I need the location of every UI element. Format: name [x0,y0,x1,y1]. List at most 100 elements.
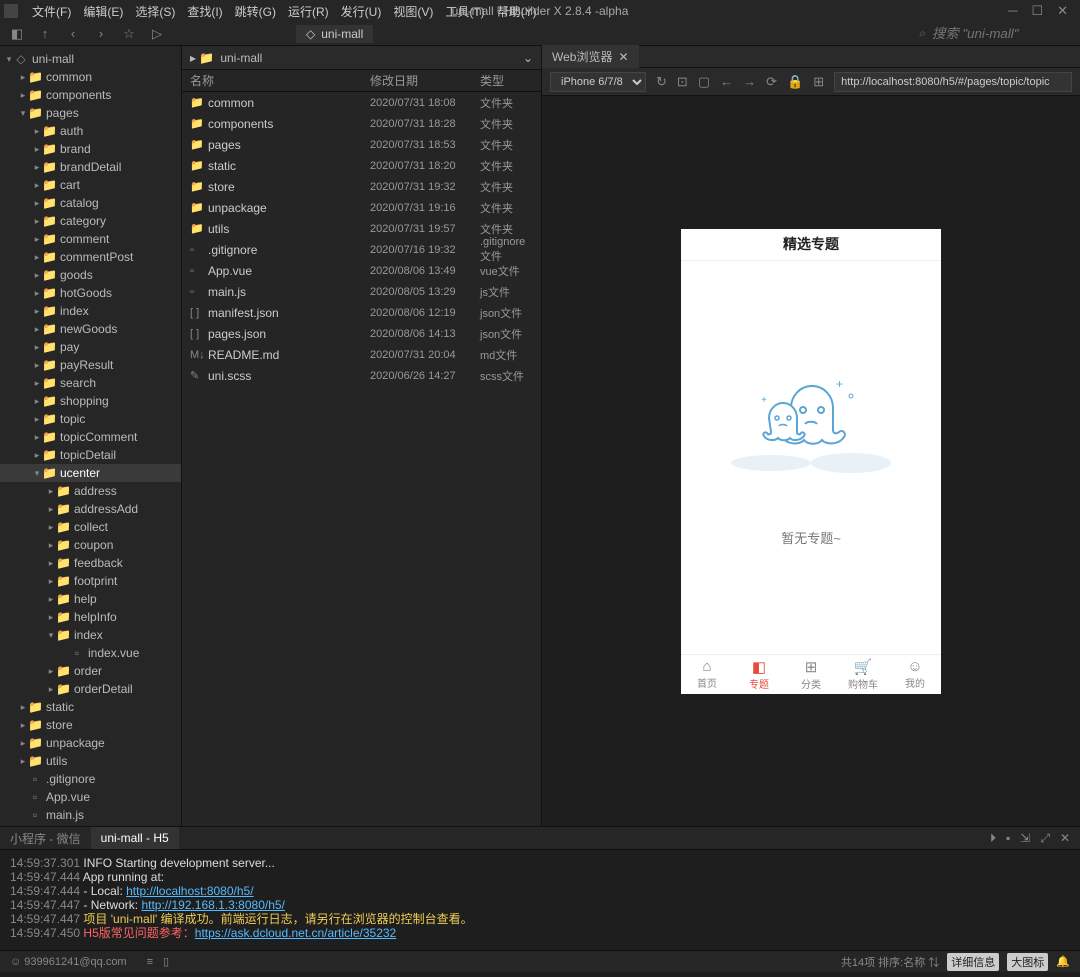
tree-root[interactable]: ▾◇ uni-mall [0,50,181,68]
tree-item[interactable]: ▫main.js [0,806,181,824]
file-row[interactable]: ▫main.js2020/08/05 13:29js文件 [182,281,541,302]
tree-item[interactable]: ▸📁order [0,662,181,680]
menu-item[interactable]: 编辑(E) [77,3,129,21]
file-row[interactable]: 📁unpackage2020/07/31 19:16文件夹 [182,197,541,218]
tab-close-icon[interactable]: ✕ [618,50,628,64]
tree-item[interactable]: ▸📁topic [0,410,181,428]
console-output[interactable]: 14:59:37.301 INFO Starting development s… [0,850,1080,950]
chevron-down-icon[interactable]: ⌄ [523,51,533,65]
favorite-icon[interactable]: ☆ [120,26,138,42]
tree-item[interactable]: ▾📁index [0,626,181,644]
project-tree[interactable]: ▾◇ uni-mall ▸📁common▸📁components▾📁pages▸… [0,46,182,826]
tree-item[interactable]: ▸📁components [0,86,181,104]
tree-item[interactable]: ▸📁orderDetail [0,680,181,698]
file-row[interactable]: 📁static2020/07/31 18:20文件夹 [182,155,541,176]
tree-item[interactable]: ▸📁helpInfo [0,608,181,626]
editor-tab[interactable]: ◇ uni-mall [296,25,373,43]
tree-item[interactable]: ▸📁utils [0,752,181,770]
tree-item[interactable]: ▸📁collect [0,518,181,536]
reload-icon[interactable]: ⟳ [766,74,777,90]
search-box[interactable]: ⌕ [919,26,1072,41]
bell-icon[interactable]: 🔔 [1056,955,1070,968]
tree-item[interactable]: ▸📁cart [0,176,181,194]
menu-item[interactable]: 跳转(G) [229,3,282,21]
back-icon[interactable]: ← [720,74,733,89]
menu-item[interactable]: 运行(R) [282,3,335,21]
tree-item[interactable]: ▸📁brand [0,140,181,158]
file-row[interactable]: 📁store2020/07/31 19:32文件夹 [182,176,541,197]
file-list[interactable]: 📁common2020/07/31 18:08文件夹📁components202… [182,92,541,826]
menu-item[interactable]: 发行(U) [335,3,388,21]
rotate-icon[interactable]: ↻ [656,74,667,90]
tree-item[interactable]: ▸📁static [0,698,181,716]
file-row[interactable]: ✎uni.scss2020/06/26 14:27scss文件 [182,365,541,386]
tree-item[interactable]: ▸📁hotGoods [0,284,181,302]
tree-item[interactable]: ▸📁search [0,374,181,392]
file-row[interactable]: [ ]manifest.json2020/08/06 12:19json文件 [182,302,541,323]
console-trash-icon[interactable]: ▪ [1006,831,1010,846]
grid-icon[interactable]: ⊞ [813,74,824,90]
console-stop-icon[interactable]: ⏵ [990,831,996,846]
tree-item[interactable]: ▸📁topicDetail [0,446,181,464]
search-input[interactable] [932,26,1072,41]
file-row[interactable]: 📁pages2020/07/31 18:53文件夹 [182,134,541,155]
list-icon[interactable]: ≡ [147,956,153,968]
tree-item[interactable]: ▸📁coupon [0,536,181,554]
file-row[interactable]: 📁components2020/07/31 18:28文件夹 [182,113,541,134]
menu-item[interactable]: 查找(I) [181,3,228,21]
tree-item[interactable]: ▸📁footprint [0,572,181,590]
sidebar-toggle-icon[interactable]: ◧ [8,26,26,42]
console-tab-wechat[interactable]: 小程序 - 微信 [0,826,91,851]
tabbar-item[interactable]: ☺我的 [889,655,941,694]
menu-item[interactable]: 文件(F) [26,3,77,21]
tree-item[interactable]: ▸📁newGoods [0,320,181,338]
console-max-icon[interactable]: ⤢ [1040,831,1050,846]
menu-item[interactable]: 视图(V) [387,3,439,21]
tree-item[interactable]: ▾📁ucenter [0,464,181,482]
tree-item[interactable]: ▫App.vue [0,788,181,806]
url-input[interactable] [834,72,1072,92]
tree-item[interactable]: ▸📁shopping [0,392,181,410]
col-type-header[interactable]: 类型 [480,72,533,89]
detail-view-button[interactable]: 详细信息 [947,953,999,971]
file-row[interactable]: ▫App.vue2020/08/06 13:49vue文件 [182,260,541,281]
tree-item[interactable]: ▸📁brandDetail [0,158,181,176]
tree-item[interactable]: ▸📁pay [0,338,181,356]
tree-item[interactable]: ▸📁address [0,482,181,500]
inspect-icon[interactable]: ⊡ [677,74,688,90]
file-row[interactable]: 📁common2020/07/31 18:08文件夹 [182,92,541,113]
tree-item[interactable]: ▸📁auth [0,122,181,140]
minimize-icon[interactable]: ─ [1008,3,1017,19]
file-row[interactable]: [ ]pages.json2020/08/06 14:13json文件 [182,323,541,344]
tabbar-item[interactable]: ⌂首页 [681,655,733,694]
tabbar-item[interactable]: ⊞分类 [785,655,837,694]
tree-item[interactable]: ▸📁unpackage [0,734,181,752]
tree-item[interactable]: ▸📁topicComment [0,428,181,446]
tree-item[interactable]: ▸📁comment [0,230,181,248]
file-row[interactable]: ▫.gitignore2020/07/16 19:32.gitignore文件 [182,239,541,260]
tree-item[interactable]: ▸📁help [0,590,181,608]
tree-item[interactable]: ▫index.vue [0,644,181,662]
lock-icon[interactable]: 🔒 [787,74,803,90]
tree-item[interactable]: ▸📁index [0,302,181,320]
tree-item[interactable]: ▸📁payResult [0,356,181,374]
console-tab-h5[interactable]: uni-mall - H5 [91,827,179,849]
nav-up-icon[interactable]: ↑ [36,26,54,41]
menu-item[interactable]: 选择(S) [129,3,181,21]
console-expand-icon[interactable]: ⇲ [1020,831,1030,846]
run-icon[interactable]: ▷ [148,26,166,42]
tree-item[interactable]: ▸📁goods [0,266,181,284]
tree-item[interactable]: ▸📁catalog [0,194,181,212]
tabbar-item[interactable]: 🛒购物车 [837,655,889,694]
tree-item[interactable]: ▸📁store [0,716,181,734]
tree-item[interactable]: ▸📁commentPost [0,248,181,266]
tree-item[interactable]: ▸📁addressAdd [0,500,181,518]
screenshot-icon[interactable]: ▢ [698,74,710,90]
path-bar[interactable]: ▸ 📁 uni-mall ⌄ [182,46,541,70]
nav-back-icon[interactable]: ‹ [64,26,82,41]
close-icon[interactable]: ✕ [1057,3,1068,19]
col-date-header[interactable]: 修改日期 [370,72,480,89]
tree-item[interactable]: ▾📁pages [0,104,181,122]
tabbar-item[interactable]: ◧专题 [733,655,785,694]
tree-item[interactable]: ▸📁common [0,68,181,86]
